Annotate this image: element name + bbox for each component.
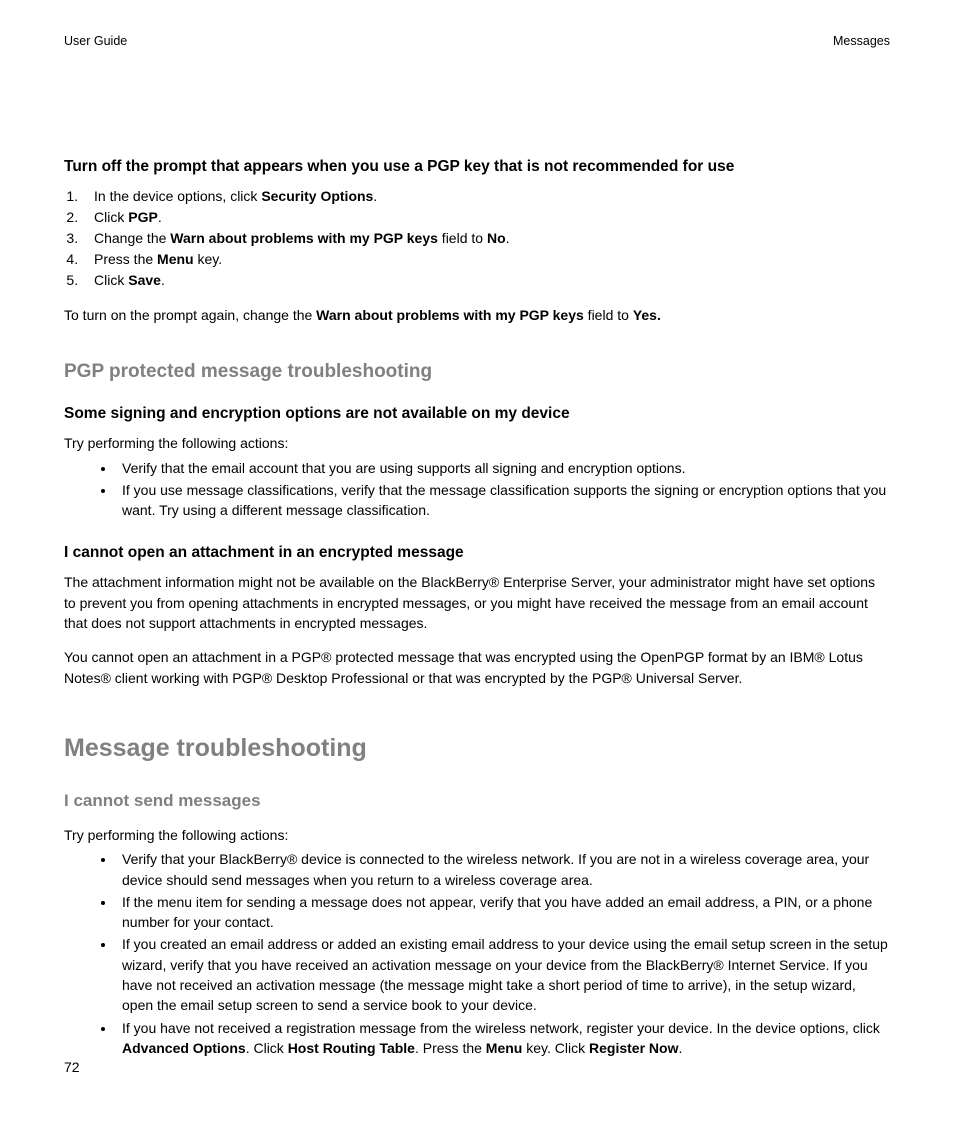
intro-paragraph: Try performing the following actions: <box>64 825 890 845</box>
step-item: In the device options, click Security Op… <box>82 186 890 207</box>
paragraph: You cannot open an attachment in a PGP® … <box>64 647 890 688</box>
sub-heading-cannot-send: I cannot send messages <box>64 791 890 811</box>
bullet-item: If you created an email address or added… <box>116 934 890 1015</box>
bullet-list: Verify that your BlackBerry® device is c… <box>64 849 890 1058</box>
note-paragraph: To turn on the prompt again, change the … <box>64 305 890 325</box>
bullet-item: Verify that the email account that you a… <box>116 458 890 478</box>
steps-list: In the device options, click Security Op… <box>64 186 890 291</box>
step-item: Change the Warn about problems with my P… <box>82 228 890 249</box>
step-item: Click PGP. <box>82 207 890 228</box>
header-left: User Guide <box>64 34 127 48</box>
sub-heading-attachment: I cannot open an attachment in an encryp… <box>64 544 890 562</box>
sub-heading-signing-options: Some signing and encryption options are … <box>64 405 890 423</box>
section-heading-pgp-troubleshooting: PGP protected message troubleshooting <box>64 361 890 383</box>
bullet-item: Verify that your BlackBerry® device is c… <box>116 849 890 890</box>
bullet-item: If you have not received a registration … <box>116 1018 890 1059</box>
bullet-item: If you use message classifications, veri… <box>116 480 890 521</box>
bullet-item: If the menu item for sending a message d… <box>116 892 890 933</box>
page-number: 72 <box>64 1059 80 1075</box>
header-right: Messages <box>833 34 890 48</box>
step-item: Press the Menu key. <box>82 249 890 270</box>
section-heading-message-troubleshooting: Message troubleshooting <box>64 734 890 763</box>
bullet-list: Verify that the email account that you a… <box>64 458 890 521</box>
section-heading-turn-off-prompt: Turn off the prompt that appears when yo… <box>64 158 890 176</box>
intro-paragraph: Try performing the following actions: <box>64 433 890 453</box>
document-page: User Guide Messages Turn off the prompt … <box>0 0 954 1145</box>
step-item: Click Save. <box>82 270 890 291</box>
page-header: User Guide Messages <box>64 34 890 48</box>
paragraph: The attachment information might not be … <box>64 572 890 633</box>
